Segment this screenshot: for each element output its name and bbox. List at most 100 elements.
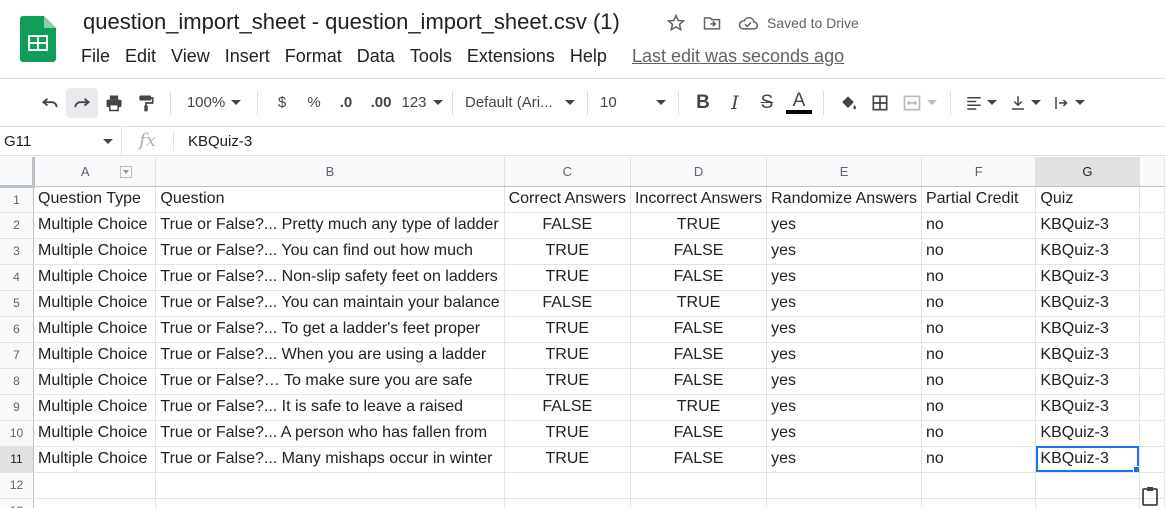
cell-e1[interactable]: Randomize Answers xyxy=(766,186,922,213)
empty-cell[interactable] xyxy=(1139,290,1165,317)
cell-a4[interactable]: Multiple Choice xyxy=(33,264,157,291)
row-header[interactable]: 13 xyxy=(0,498,35,508)
undo-icon[interactable] xyxy=(34,88,66,118)
row-header[interactable]: 5 xyxy=(0,290,35,317)
cell-a9[interactable]: Multiple Choice xyxy=(33,394,157,421)
font-size-select[interactable]: 10 xyxy=(596,88,670,118)
cell-f6[interactable]: no xyxy=(921,316,1037,343)
row-header[interactable]: 4 xyxy=(0,264,35,291)
menu-insert[interactable]: Insert xyxy=(225,46,277,67)
cell-g6[interactable]: KBQuiz-3 xyxy=(1035,316,1140,343)
currency-format-button[interactable]: $ xyxy=(266,88,298,118)
cell-d11[interactable]: FALSE xyxy=(630,446,768,473)
cell-d2[interactable]: TRUE xyxy=(630,212,768,239)
cell-d1[interactable]: Incorrect Answers xyxy=(630,186,768,213)
cell-e8[interactable]: yes xyxy=(766,368,922,395)
cell-b6[interactable]: True or False?... To get a ladder's feet… xyxy=(155,316,505,343)
cell-d8[interactable]: FALSE xyxy=(630,368,768,395)
column-header-e[interactable]: E xyxy=(766,157,922,187)
cell-d10[interactable]: FALSE xyxy=(630,420,768,447)
cell-b10[interactable]: True or False?... A person who has falle… xyxy=(155,420,505,447)
cell-g10[interactable]: KBQuiz-3 xyxy=(1035,420,1140,447)
cell-f3[interactable]: no xyxy=(921,238,1037,265)
empty-cell[interactable] xyxy=(1139,186,1165,213)
row-header[interactable]: 12 xyxy=(0,472,35,499)
cell-d13[interactable] xyxy=(630,498,768,508)
cell-e4[interactable]: yes xyxy=(766,264,922,291)
cell-b3[interactable]: True or False?... You can find out how m… xyxy=(155,238,505,265)
cell-d3[interactable]: FALSE xyxy=(630,238,768,265)
cell-d4[interactable]: FALSE xyxy=(630,264,768,291)
cell-c3[interactable]: TRUE xyxy=(504,238,631,265)
cell-e3[interactable]: yes xyxy=(766,238,922,265)
column-header-b[interactable]: B xyxy=(155,157,505,187)
more-formats-select[interactable]: 123 xyxy=(400,88,444,118)
cell-c13[interactable] xyxy=(504,498,631,508)
cell-d9[interactable]: TRUE xyxy=(630,394,768,421)
column-header-g[interactable]: G xyxy=(1035,157,1140,187)
empty-cell[interactable] xyxy=(1139,238,1165,265)
cell-a7[interactable]: Multiple Choice xyxy=(33,342,157,369)
cell-b11[interactable]: True or False?... Many mishaps occur in … xyxy=(155,446,505,473)
cell-e5[interactable]: yes xyxy=(766,290,922,317)
cell-b1[interactable]: Question xyxy=(155,186,505,213)
cloud-saved-icon[interactable] xyxy=(737,12,759,34)
cell-f9[interactable]: no xyxy=(921,394,1037,421)
cell-b9[interactable]: True or False?... It is safe to leave a … xyxy=(155,394,505,421)
cell-e2[interactable]: yes xyxy=(766,212,922,239)
cell-c10[interactable]: TRUE xyxy=(504,420,631,447)
column-header-f[interactable]: F xyxy=(921,157,1037,187)
empty-cell[interactable] xyxy=(1139,368,1165,395)
row-header[interactable]: 6 xyxy=(0,316,35,343)
cell-g8[interactable]: KBQuiz-3 xyxy=(1035,368,1140,395)
cell-g1[interactable]: Quiz xyxy=(1035,186,1140,213)
cell-f2[interactable]: no xyxy=(921,212,1037,239)
cell-a1[interactable]: Question Type xyxy=(33,186,157,213)
cell-f12[interactable] xyxy=(921,472,1037,499)
cell-c11[interactable]: TRUE xyxy=(504,446,631,473)
empty-cell[interactable] xyxy=(1139,342,1165,369)
vertical-align-icon[interactable] xyxy=(1003,88,1047,118)
fill-handle[interactable] xyxy=(1132,465,1139,471)
row-header[interactable]: 11 xyxy=(0,446,35,473)
cell-a11[interactable]: Multiple Choice xyxy=(33,446,157,473)
cell-g3[interactable]: KBQuiz-3 xyxy=(1035,238,1140,265)
row-header[interactable]: 10 xyxy=(0,420,35,447)
selected-cell-g11[interactable]: KBQuiz-3 xyxy=(1035,446,1140,473)
cell-e10[interactable]: yes xyxy=(766,420,922,447)
cell-d12[interactable] xyxy=(630,472,768,499)
cell-g5[interactable]: KBQuiz-3 xyxy=(1035,290,1140,317)
menu-help[interactable]: Help xyxy=(570,46,614,67)
row-header[interactable]: 3 xyxy=(0,238,35,265)
menu-tools[interactable]: Tools xyxy=(410,46,459,67)
menu-edit[interactable]: Edit xyxy=(125,46,163,67)
cell-a12[interactable] xyxy=(33,472,157,499)
empty-cell[interactable] xyxy=(1139,316,1165,343)
row-header[interactable]: 2 xyxy=(0,212,35,239)
print-icon[interactable] xyxy=(98,88,130,118)
cell-d6[interactable]: FALSE xyxy=(630,316,768,343)
cell-e13[interactable] xyxy=(766,498,922,508)
cell-a8[interactable]: Multiple Choice xyxy=(33,368,157,395)
increase-decimal-button[interactable]: .00 xyxy=(362,88,400,118)
cell-a10[interactable]: Multiple Choice xyxy=(33,420,157,447)
cell-e9[interactable]: yes xyxy=(766,394,922,421)
cell-d7[interactable]: FALSE xyxy=(630,342,768,369)
cell-e6[interactable]: yes xyxy=(766,316,922,343)
cell-e7[interactable]: yes xyxy=(766,342,922,369)
cell-f5[interactable]: no xyxy=(921,290,1037,317)
empty-cell[interactable] xyxy=(1139,420,1165,447)
horizontal-align-icon[interactable] xyxy=(959,88,1003,118)
empty-cell[interactable] xyxy=(1139,264,1165,291)
cell-e12[interactable] xyxy=(766,472,922,499)
cell-c6[interactable]: TRUE xyxy=(504,316,631,343)
cell-f11[interactable]: no xyxy=(921,446,1037,473)
font-family-select[interactable]: Default (Ari... xyxy=(461,88,579,118)
redo-icon[interactable] xyxy=(66,87,98,118)
cell-b2[interactable]: True or False?... Pretty much any type o… xyxy=(155,212,505,239)
menu-file[interactable]: File xyxy=(81,46,117,67)
name-box[interactable]: G11 xyxy=(0,127,122,155)
row-header[interactable]: 1 xyxy=(0,186,35,213)
cell-c5[interactable]: FALSE xyxy=(504,290,631,317)
paint-format-icon[interactable] xyxy=(130,88,162,118)
